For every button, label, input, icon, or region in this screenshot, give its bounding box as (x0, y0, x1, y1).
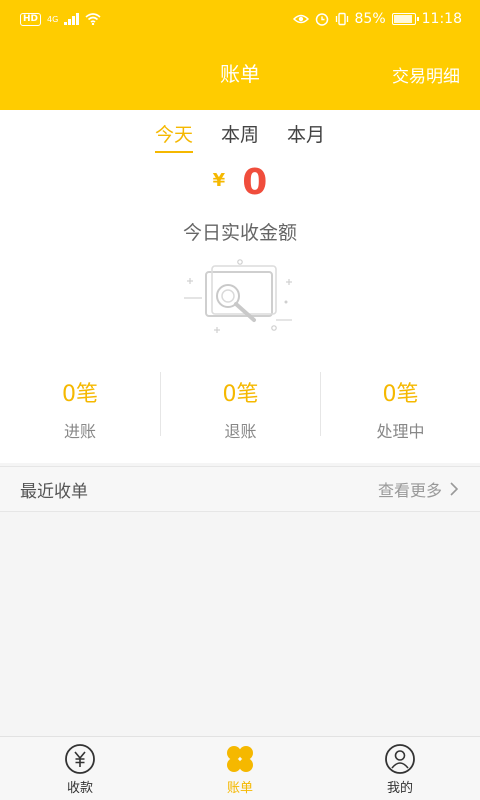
status-right: 85% 11:18 (292, 11, 462, 27)
amount-row: ¥ 0 (0, 162, 480, 203)
hd-badge: HD (20, 12, 42, 26)
title-bar: 账单 交易明细 (0, 38, 480, 110)
stat-processing[interactable]: 0笔 处理中 (320, 372, 480, 441)
recent-orders-title: 最近收单 (20, 481, 88, 502)
chevron-right-icon (450, 482, 458, 496)
stat-income-value: 0笔 (62, 382, 98, 407)
header: HD 4G 85% 11:18 账单 交易明细 (0, 0, 480, 110)
stat-refund-label: 退账 (224, 422, 257, 441)
bottom-nav: 收款 账单 我的 (0, 736, 480, 800)
tab-this-week[interactable]: 本周 (221, 120, 259, 153)
status-time: 11:18 (421, 11, 462, 27)
battery-percent: 85% (354, 11, 386, 27)
recent-orders-bar: 最近收单 查看更多 (0, 466, 480, 512)
nav-item-collect[interactable]: 收款 (0, 737, 160, 800)
summary-panel: 今天 本周 本月 ¥ 0 今日实收金额 0笔 进账 0笔 退账 0笔 处理中 (0, 110, 480, 463)
stat-refund[interactable]: 0笔 退账 (160, 372, 320, 441)
view-more-label: 查看更多 (377, 481, 442, 500)
yuan-circle-icon (65, 744, 95, 774)
period-tabs: 今天 本周 本月 (0, 120, 480, 153)
stat-processing-label: 处理中 (376, 422, 425, 441)
wifi-icon (85, 13, 101, 25)
four-petal-icon (227, 746, 253, 772)
stats-row: 0笔 进账 0笔 退账 0笔 处理中 (0, 372, 480, 441)
stat-refund-value: 0笔 (222, 382, 259, 407)
nav-item-mine[interactable]: 我的 (320, 737, 480, 800)
user-circle-icon (385, 744, 415, 774)
transaction-details-link[interactable]: 交易明细 (392, 62, 460, 87)
empty-search-illustration-icon (184, 259, 292, 333)
vibrate-icon (335, 12, 348, 26)
stat-processing-value: 0笔 (382, 382, 419, 407)
nav-item-bill[interactable]: 账单 (160, 737, 320, 800)
eye-icon (292, 14, 309, 24)
stat-income-label: 进账 (63, 422, 96, 441)
alarm-icon (315, 13, 328, 26)
view-more-button[interactable]: 查看更多 (378, 477, 458, 501)
network-type: 4G (47, 14, 59, 24)
tab-today[interactable]: 今天 (154, 120, 193, 153)
amount-label: 今日实收金额 (182, 222, 297, 244)
signal-icon (64, 13, 80, 25)
amount-value: 0 (242, 162, 268, 203)
stat-income[interactable]: 0笔 进账 (0, 372, 160, 441)
battery-icon (391, 13, 419, 25)
tab-this-month[interactable]: 本月 (287, 120, 325, 153)
nav-label-collect: 收款 (66, 781, 93, 796)
status-bar: HD 4G 85% 11:18 (0, 0, 480, 38)
nav-label-bill: 账单 (226, 781, 253, 796)
currency-symbol: ¥ (212, 170, 226, 191)
nav-label-mine: 我的 (386, 781, 413, 796)
status-left: HD 4G (20, 12, 101, 26)
